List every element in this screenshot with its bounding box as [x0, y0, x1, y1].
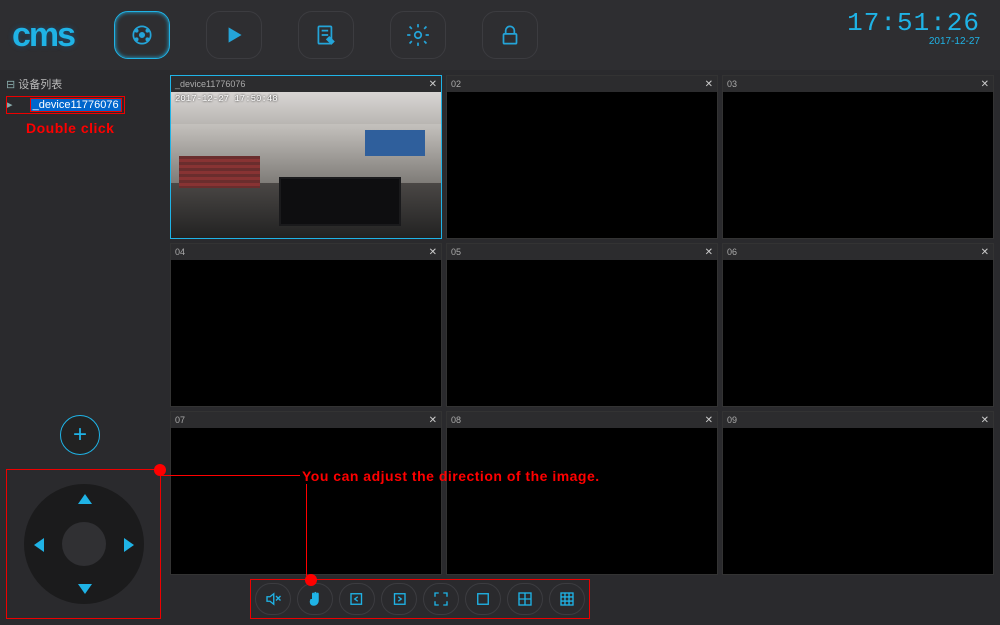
top-toolbar: cms 17:51:26 2017-12-27 [0, 0, 1000, 70]
video-cell-1[interactable]: _device11776076 ✕ 2017-12-27 17:50:48 [170, 75, 442, 239]
next-page-button[interactable] [381, 583, 417, 615]
log-edit-button[interactable] [298, 11, 354, 59]
video-cell-3[interactable]: 03 ✕ [722, 75, 994, 239]
fullscreen-button[interactable] [423, 583, 459, 615]
cell-title: 02 [451, 79, 461, 89]
video-cell-6[interactable]: 06 ✕ [722, 243, 994, 407]
add-device-button[interactable]: + [60, 415, 100, 455]
feed-timestamp: 2017-12-27 17:50:48 [175, 94, 278, 104]
close-icon[interactable]: ✕ [981, 79, 989, 90]
video-cell-2[interactable]: 02 ✕ [446, 75, 718, 239]
close-icon[interactable]: ✕ [429, 247, 437, 258]
cell-title: 09 [727, 415, 737, 425]
video-cell-8[interactable]: 08 ✕ [446, 411, 718, 575]
prev-page-button[interactable] [339, 583, 375, 615]
hint-adjust-direction: You can adjust the direction of the imag… [302, 468, 600, 484]
ptz-panel [6, 469, 161, 619]
layout-4-button[interactable] [507, 583, 543, 615]
annotation-line-2 [306, 484, 307, 576]
cell-title: _device11776076 [175, 79, 245, 89]
close-icon[interactable]: ✕ [429, 415, 437, 426]
device-tree: 设备列表 ▸ _device11776076 [6, 76, 164, 114]
close-icon[interactable]: ✕ [705, 79, 713, 90]
settings-button[interactable] [390, 11, 446, 59]
close-icon[interactable]: ✕ [981, 415, 989, 426]
close-icon[interactable]: ✕ [705, 415, 713, 426]
cell-title: 06 [727, 247, 737, 257]
mute-button[interactable] [255, 583, 291, 615]
ptz-down[interactable] [78, 584, 92, 594]
cell-header: _device11776076 ✕ [171, 76, 441, 92]
ptz-center[interactable] [62, 522, 106, 566]
ptz-left[interactable] [34, 538, 44, 552]
cell-title: 05 [451, 247, 461, 257]
close-icon[interactable]: ✕ [429, 79, 437, 90]
cell-title: 08 [451, 415, 461, 425]
logo: cms [12, 16, 74, 55]
lock-button[interactable] [482, 11, 538, 59]
playback-button[interactable] [206, 11, 262, 59]
tree-root[interactable]: 设备列表 [6, 79, 62, 91]
bottom-toolbar [250, 579, 590, 619]
hint-double-click: Double click [26, 120, 164, 136]
video-cell-9[interactable]: 09 ✕ [722, 411, 994, 575]
close-icon[interactable]: ✕ [705, 247, 713, 258]
hand-tool-button[interactable] [297, 583, 333, 615]
layout-1-button[interactable] [465, 583, 501, 615]
video-cell-5[interactable]: 05 ✕ [446, 243, 718, 407]
annotation-line [160, 475, 300, 476]
cell-title: 04 [175, 247, 185, 257]
ptz-control [24, 484, 144, 604]
video-feed: 2017-12-27 17:50:48 [171, 92, 441, 238]
tree-device[interactable]: _device11776076 [30, 98, 122, 112]
layout-9-button[interactable] [549, 583, 585, 615]
clock: 17:51:26 2017-12-27 [847, 8, 980, 47]
clock-time: 17:51:26 [847, 8, 980, 38]
cell-title: 03 [727, 79, 737, 89]
video-grid: _device11776076 ✕ 2017-12-27 17:50:48 02… [170, 75, 994, 575]
ptz-up[interactable] [78, 494, 92, 504]
cell-title: 07 [175, 415, 185, 425]
live-view-button[interactable] [114, 11, 170, 59]
video-cell-4[interactable]: 04 ✕ [170, 243, 442, 407]
close-icon[interactable]: ✕ [981, 247, 989, 258]
ptz-right[interactable] [124, 538, 134, 552]
